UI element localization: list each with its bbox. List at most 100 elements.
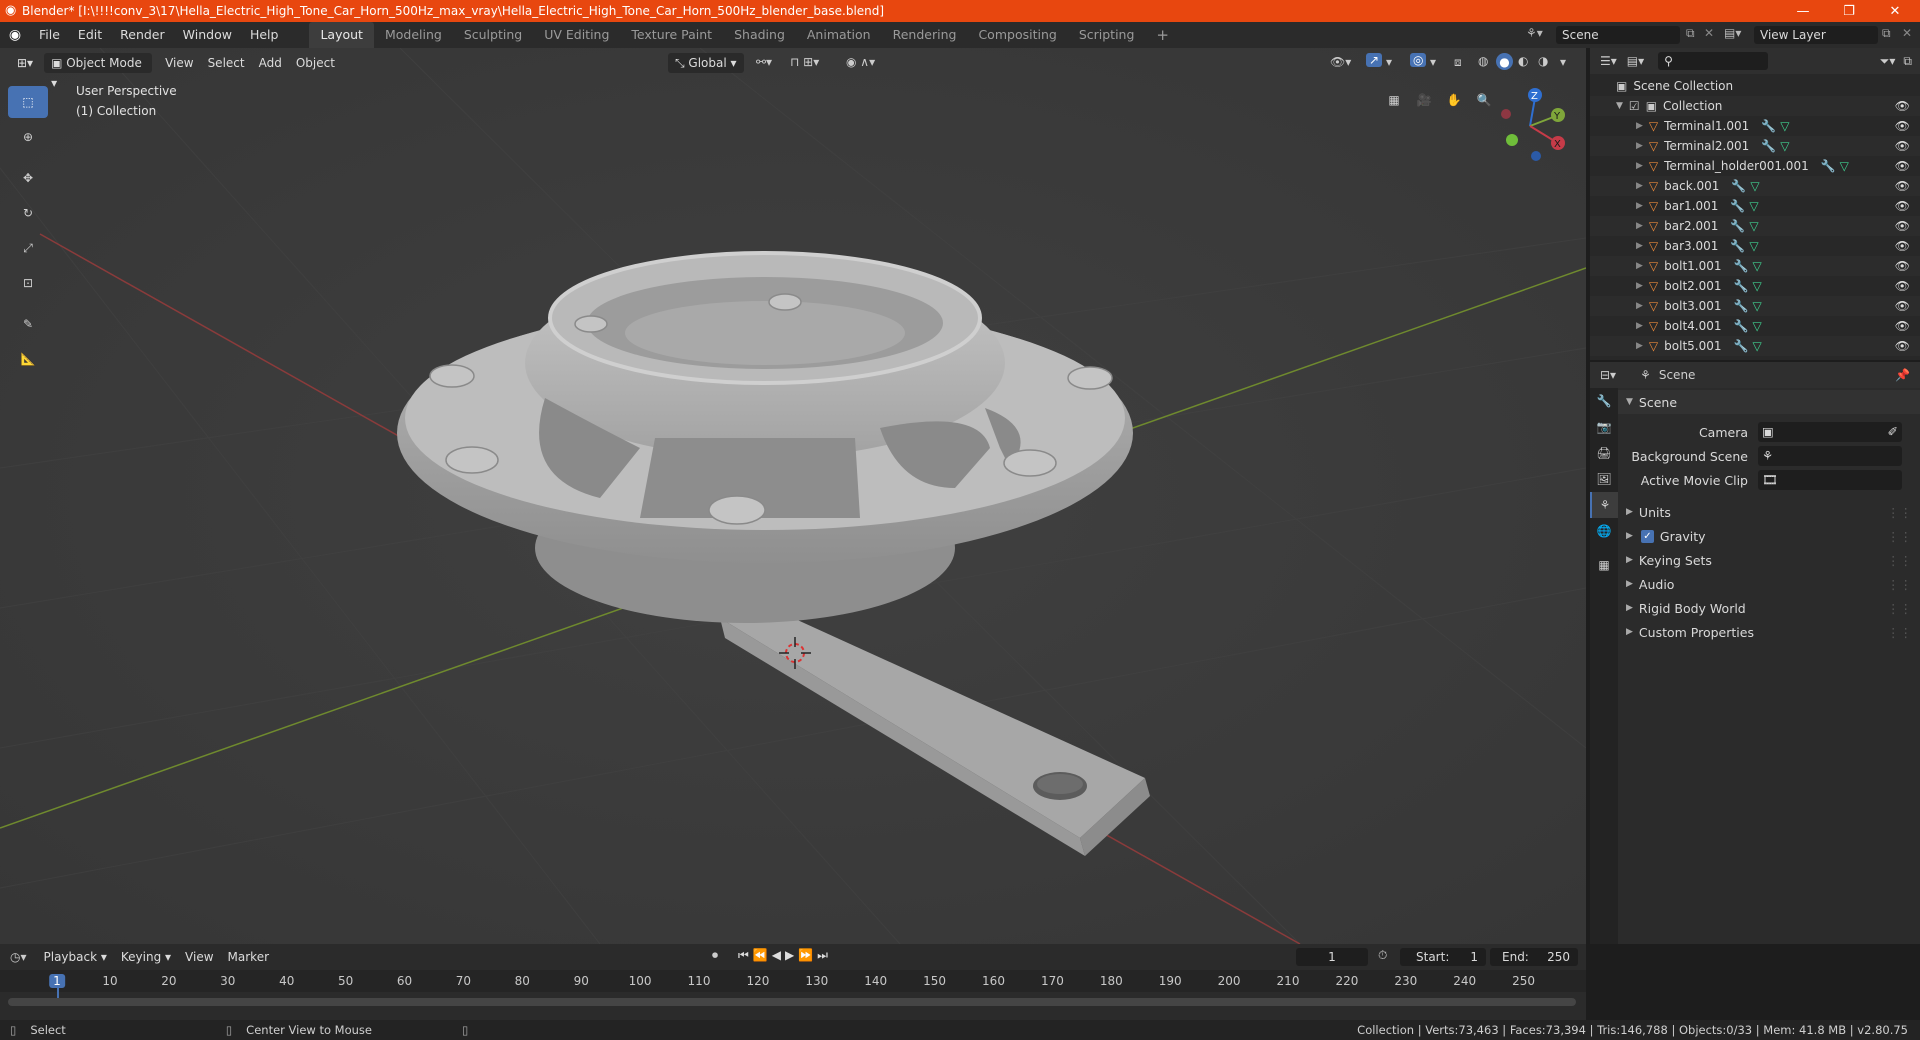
properties-section[interactable]: ▶ Custom Properties ⋮⋮	[1618, 620, 1920, 644]
record-icon[interactable]: ⏺	[712, 948, 718, 963]
eyedropper-icon[interactable]: ✐	[1888, 424, 1898, 439]
camera-field[interactable]: ▣ ✐	[1758, 422, 1902, 442]
display-mode-icon[interactable]: ▤▾	[1627, 54, 1644, 68]
playback-menu[interactable]: Playback ▾	[37, 947, 114, 967]
gizmo-menu-icon[interactable]: ▾	[1386, 55, 1392, 69]
eye-icon[interactable]: 👁	[1895, 239, 1910, 253]
3d-viewport[interactable]: ⊞▾ ▣ Object Mode ▾ View Select Add Objec…	[0, 48, 1586, 944]
eye-icon[interactable]: 👁	[1895, 179, 1910, 193]
eye-icon[interactable]: 👁	[1895, 99, 1910, 113]
mesh-data-icon[interactable]: ▽	[1752, 279, 1761, 293]
move-tool[interactable]: ✥	[8, 162, 48, 194]
scene-tab-icon[interactable]: ⚘	[1590, 492, 1618, 518]
menu-file[interactable]: File	[30, 22, 69, 48]
timeline-editor-icon[interactable]: ◷▾	[10, 950, 27, 964]
checkbox-icon[interactable]: ☑	[1629, 99, 1640, 113]
eye-icon[interactable]: 👁	[1895, 219, 1910, 233]
current-frame-field[interactable]: 1	[1296, 948, 1368, 966]
drag-handle-icon[interactable]: ⋮⋮	[1887, 505, 1912, 520]
outliner-item[interactable]: ▶ ▽ bolt5.001 🔧 ▽ 👁	[1590, 336, 1920, 356]
modifier-icon[interactable]: 🔧	[1821, 159, 1836, 173]
expand-icon[interactable]: ▶	[1636, 221, 1643, 231]
camera-view-icon[interactable]: 🎥	[1410, 86, 1438, 114]
modifier-icon[interactable]: 🔧	[1731, 179, 1746, 193]
expand-icon[interactable]: ▼	[1616, 101, 1623, 111]
mesh-data-icon[interactable]: ▽	[1752, 299, 1761, 313]
mode-selector[interactable]: ▣ Object Mode ▾	[44, 53, 153, 90]
background-scene-field[interactable]: ⚘	[1758, 446, 1902, 466]
outliner-item[interactable]: ▶ ▽ bolt4.001 🔧 ▽ 👁	[1590, 316, 1920, 336]
eye-icon[interactable]: 👁	[1895, 339, 1910, 353]
new-scene-icon[interactable]: ⧉	[1686, 26, 1695, 41]
eye-icon[interactable]: 👁	[1895, 119, 1910, 133]
mesh-data-icon[interactable]: ▽	[1752, 259, 1761, 273]
timeline-ruler[interactable]: 1 10 20 30 40 50 60 70 80 90 100 110 120 130 140 150 160…	[0, 970, 1586, 1000]
tab-compositing[interactable]: Compositing	[967, 22, 1067, 48]
timeline-scrollbar[interactable]	[8, 998, 1576, 1006]
modifier-icon[interactable]: 🔧	[1730, 219, 1745, 233]
mesh-data-icon[interactable]: ▽	[1749, 239, 1758, 253]
overlay-menu-icon[interactable]: ▾	[1430, 55, 1436, 69]
expand-icon[interactable]: ▶	[1636, 341, 1643, 351]
end-frame-field[interactable]: End: 250	[1490, 948, 1578, 966]
expand-icon[interactable]: ▶	[1636, 181, 1643, 191]
view-layer-icon[interactable]: ▤▾	[1724, 26, 1741, 40]
properties-section[interactable]: ▶ Audio ⋮⋮	[1618, 572, 1920, 596]
transform-tool[interactable]: ⊡	[8, 267, 48, 299]
pan-view-icon[interactable]: ✋	[1440, 86, 1468, 114]
delete-view-layer-icon[interactable]: ✕	[1902, 26, 1912, 40]
outliner-item[interactable]: ▶ ▽ bolt2.001 🔧 ▽ 👁	[1590, 276, 1920, 296]
tool-props-icon[interactable]: 🔧	[1590, 388, 1618, 414]
eye-icon[interactable]: 👁	[1895, 199, 1910, 213]
modifier-icon[interactable]: 🔧	[1761, 119, 1776, 133]
measure-tool[interactable]: 📐	[8, 343, 48, 375]
add-workspace-icon[interactable]: +	[1145, 22, 1180, 48]
mesh-data-icon[interactable]: ▽	[1840, 159, 1849, 173]
drag-handle-icon[interactable]: ⋮⋮	[1887, 553, 1912, 568]
axis-gizmo[interactable]: Z Y X	[1490, 84, 1570, 164]
tree-row-collection[interactable]: ▼ ☑ ▣ Collection 👁	[1590, 96, 1920, 116]
expand-icon[interactable]: ▶	[1636, 301, 1643, 311]
outliner-item[interactable]: ▶ ▽ back.001 🔧 ▽ 👁	[1590, 176, 1920, 196]
scene-panel-header[interactable]: ▼ Scene	[1618, 390, 1920, 414]
expand-icon[interactable]: ▶	[1636, 161, 1643, 171]
outliner-item[interactable]: ▶ ▽ bolt3.001 🔧 ▽ 👁	[1590, 296, 1920, 316]
tab-rendering[interactable]: Rendering	[882, 22, 968, 48]
menu-help[interactable]: Help	[241, 22, 288, 48]
outliner-item[interactable]: ▶ ▽ bar1.001 🔧 ▽ 👁	[1590, 196, 1920, 216]
outliner-item[interactable]: ▶ ▽ bar2.001 🔧 ▽ 👁	[1590, 216, 1920, 236]
outliner-item[interactable]: ▶ ▽ Terminal_holder001.001 🔧 ▽ 👁	[1590, 156, 1920, 176]
wireframe-shading-icon[interactable]: ◍	[1478, 54, 1488, 68]
outliner-item[interactable]: ▶ ▽ Terminal2.001 🔧 ▽ 👁	[1590, 136, 1920, 156]
blender-menu-icon[interactable]: ◉	[0, 27, 30, 43]
texture-props-icon[interactable]: ▦	[1590, 552, 1618, 578]
menu-render[interactable]: Render	[111, 22, 174, 48]
playback-controls[interactable]: ⏮⏪◀▶⏩⏭	[738, 948, 832, 963]
snap-icon[interactable]: ⊓ ⊞▾	[790, 55, 819, 69]
visibility-icon[interactable]: 👁▾	[1330, 55, 1351, 69]
eye-icon[interactable]: 👁	[1895, 319, 1910, 333]
rotate-tool[interactable]: ↻	[8, 197, 48, 229]
expand-icon[interactable]: ▶	[1636, 121, 1643, 131]
keying-menu[interactable]: Keying ▾	[114, 947, 178, 967]
view-layer-selector[interactable]: View Layer	[1754, 26, 1878, 44]
modifier-icon[interactable]: 🔧	[1734, 339, 1749, 353]
outliner-item[interactable]: ▶ ▽ bar3.001 🔧 ▽ 👁	[1590, 236, 1920, 256]
new-view-layer-icon[interactable]: ⧉	[1882, 26, 1891, 41]
filter-icon[interactable]: ⏷▾	[1880, 54, 1896, 69]
expand-icon[interactable]: ▶	[1636, 321, 1643, 331]
properties-section[interactable]: ▶ Rigid Body World ⋮⋮	[1618, 596, 1920, 620]
minimize-icon[interactable]: —	[1780, 0, 1826, 22]
outliner-item[interactable]: ▶ ▽ Terminal1.001 🔧 ▽ 👁	[1590, 116, 1920, 136]
mesh-data-icon[interactable]: ▽	[1752, 339, 1761, 353]
timeline-view-menu[interactable]: View	[178, 947, 220, 967]
modifier-icon[interactable]: 🔧	[1761, 139, 1776, 153]
menu-view[interactable]: View	[158, 53, 200, 73]
modifier-icon[interactable]: 🔧	[1734, 299, 1749, 313]
mesh-data-icon[interactable]: ▽	[1780, 139, 1789, 153]
xray-icon[interactable]: ⧈	[1454, 55, 1462, 70]
modifier-icon[interactable]: 🔧	[1730, 199, 1745, 213]
transform-orientation-selector[interactable]: ⤡ Global ▾	[668, 53, 744, 73]
menu-add[interactable]: Add	[252, 53, 289, 73]
eye-icon[interactable]: 👁	[1895, 159, 1910, 173]
